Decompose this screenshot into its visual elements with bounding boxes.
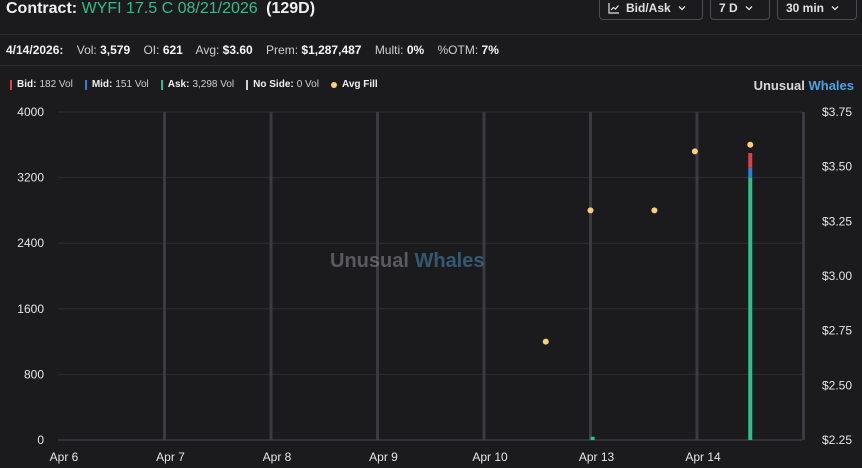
avg-fill-point-0 <box>542 338 549 345</box>
y-left-tick-0: 0 <box>37 433 44 447</box>
y-left-tick-4: 3200 <box>17 171 44 185</box>
x-tick-5: Apr 13 <box>579 450 615 464</box>
avg-fill-point-1 <box>587 207 594 214</box>
y-right-tick-1: $2.50 <box>822 378 852 392</box>
volume-bar-ask-1 <box>748 177 753 440</box>
x-tick-2: Apr 8 <box>263 450 292 464</box>
y-left-tick-1: 800 <box>24 367 44 381</box>
y-right-tick-6: $3.75 <box>822 105 852 119</box>
volume-bar-bid-1 <box>748 153 753 168</box>
x-tick-1: Apr 7 <box>156 450 185 464</box>
avg-fill-point-4 <box>747 141 754 148</box>
volume-chart: 0 800 1600 2400 3200 4000 $2.25 $2.50 $2.75 $3.00… <box>17 105 852 464</box>
x-tick-0: Apr 6 <box>50 450 79 464</box>
avg-fill-point-2 <box>651 207 658 214</box>
volume-bar-ask-0 <box>590 436 595 440</box>
y-left-tick-2: 1600 <box>17 302 44 316</box>
y-right-tick-0: $2.25 <box>822 433 852 447</box>
y-left-tick-3: 2400 <box>17 236 44 250</box>
watermark: Unusual Whales <box>330 250 485 272</box>
volume-bar-mid-1 <box>748 167 753 178</box>
x-tick-6: Apr 14 <box>685 450 721 464</box>
avg-fill-point-3 <box>691 148 698 155</box>
y-right-tick-2: $2.75 <box>822 324 852 338</box>
y-left-tick-5: 4000 <box>17 105 44 119</box>
y-right-tick-5: $3.50 <box>822 160 852 174</box>
y-right-tick-3: $3.00 <box>822 269 852 283</box>
y-right-tick-4: $3.25 <box>822 214 852 228</box>
x-tick-3: Apr 9 <box>369 450 398 464</box>
x-tick-4: Apr 10 <box>472 450 508 464</box>
